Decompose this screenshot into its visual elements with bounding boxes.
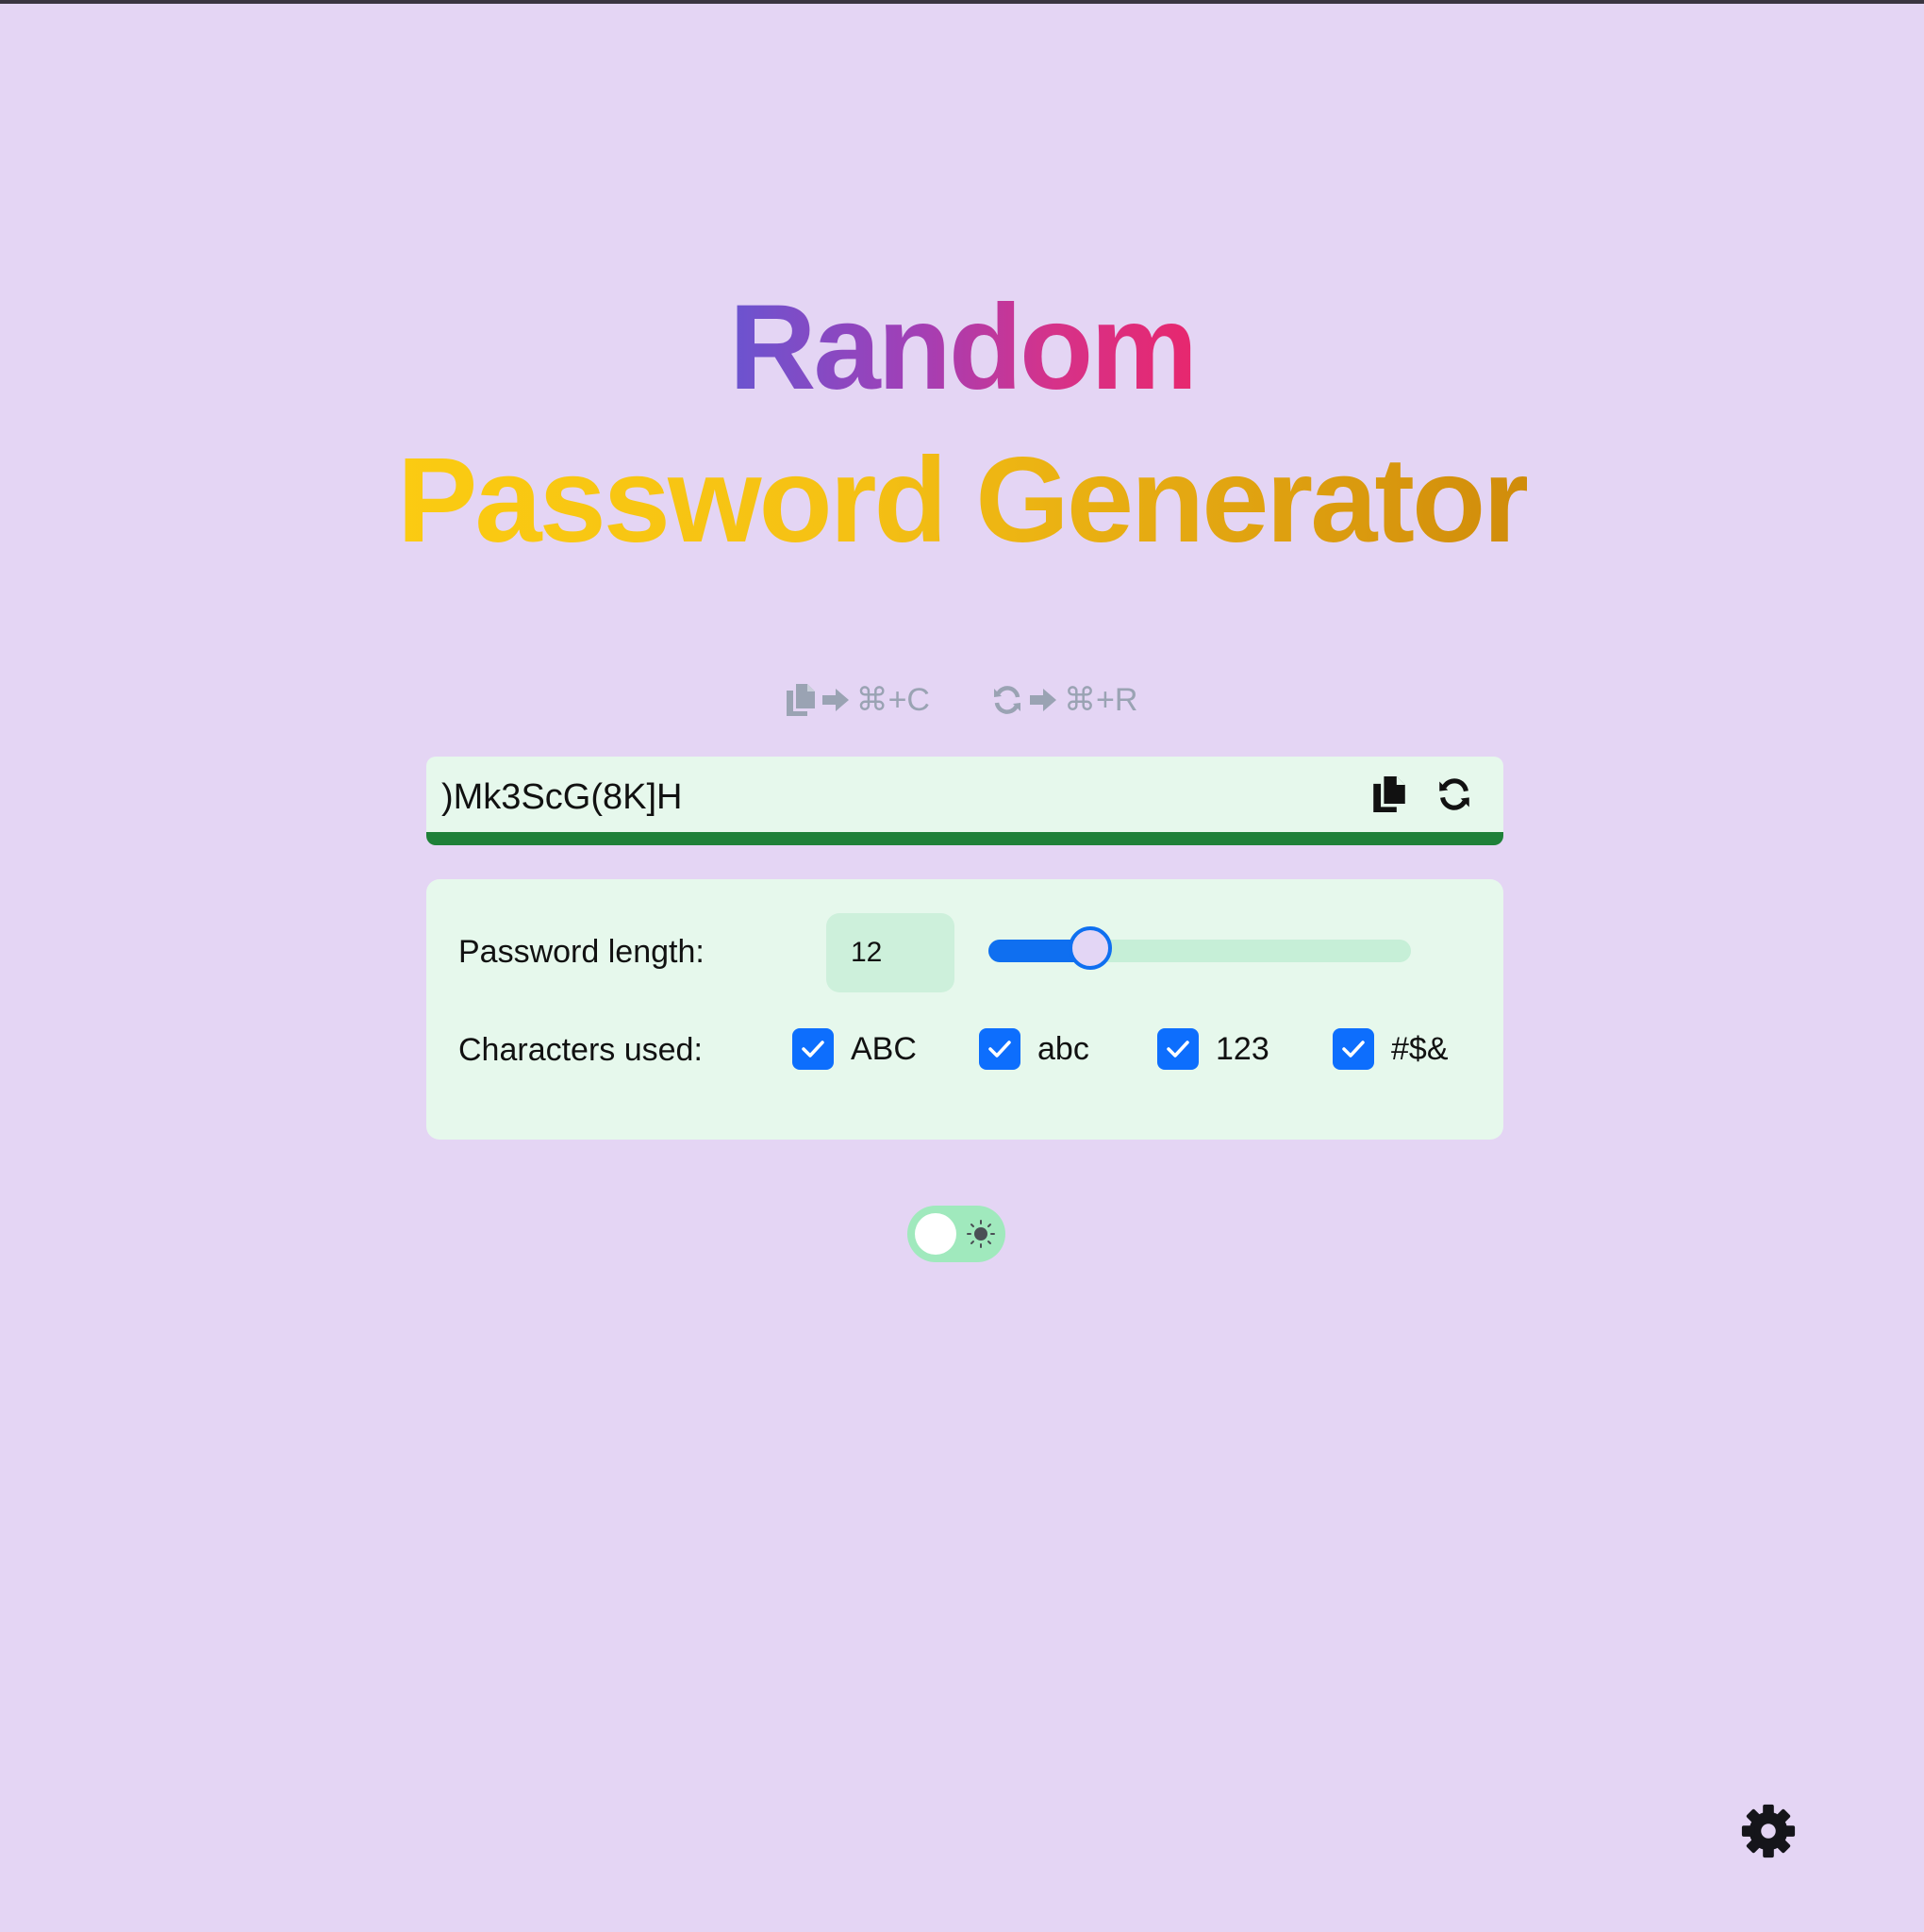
theme-toggle[interactable] bbox=[907, 1206, 1005, 1262]
lowercase-checkbox[interactable]: abc bbox=[979, 1028, 1089, 1070]
checkbox-checked[interactable] bbox=[979, 1028, 1020, 1070]
copy-button[interactable] bbox=[1368, 774, 1410, 815]
checkbox-checked[interactable] bbox=[1333, 1028, 1374, 1070]
checkmark-icon bbox=[1167, 1041, 1189, 1058]
password-output[interactable]: )Mk3ScG(8K]H bbox=[426, 757, 1503, 845]
refresh-shortcut-hint: ⌘+R bbox=[992, 681, 1137, 719]
password-length-label: Password length: bbox=[458, 934, 705, 970]
refresh-shortcut-keys: ⌘+R bbox=[1064, 682, 1138, 718]
copy-shortcut-keys: ⌘+C bbox=[855, 682, 930, 718]
window-top-border bbox=[0, 0, 1924, 4]
numbers-label: 123 bbox=[1216, 1030, 1269, 1067]
checkbox-checked[interactable] bbox=[1157, 1028, 1199, 1070]
toggle-knob bbox=[915, 1213, 956, 1255]
refresh-icon bbox=[1439, 778, 1469, 810]
password-value[interactable]: )Mk3ScG(8K]H bbox=[441, 777, 682, 818]
arrow-right-icon bbox=[1030, 689, 1056, 711]
checkmark-icon bbox=[1342, 1041, 1365, 1058]
keyboard-shortcut-hints: ⌘+C ⌘+R bbox=[0, 679, 1924, 721]
copy-icon bbox=[786, 684, 815, 716]
symbols-label: #$& bbox=[1391, 1030, 1449, 1067]
title-random-text: Random bbox=[729, 280, 1198, 415]
password-length-input[interactable]: 12 bbox=[826, 913, 954, 992]
refresh-icon bbox=[994, 686, 1020, 714]
copy-shortcut-hint: ⌘+C bbox=[786, 681, 930, 719]
page-title-line2: Password Generator bbox=[0, 441, 1924, 561]
symbols-checkbox[interactable]: #$& bbox=[1333, 1028, 1449, 1070]
numbers-checkbox[interactable]: 123 bbox=[1157, 1028, 1269, 1070]
page-title-line1: Random bbox=[0, 288, 1924, 408]
password-strength-bar bbox=[426, 832, 1503, 845]
options-panel: Password length: 12 Characters used: ABC… bbox=[426, 879, 1503, 1140]
copy-icon bbox=[1373, 776, 1405, 812]
password-length-slider[interactable] bbox=[988, 926, 1411, 970]
lowercase-label: abc bbox=[1037, 1030, 1089, 1067]
slider-thumb[interactable] bbox=[1068, 926, 1112, 970]
sun-icon bbox=[967, 1220, 995, 1248]
checkbox-checked[interactable] bbox=[792, 1028, 834, 1070]
characters-used-label: Characters used: bbox=[458, 1032, 703, 1068]
checkmark-icon bbox=[802, 1041, 824, 1058]
gear-icon[interactable] bbox=[1739, 1802, 1798, 1860]
uppercase-label: ABC bbox=[851, 1030, 917, 1067]
uppercase-checkbox[interactable]: ABC bbox=[792, 1028, 917, 1070]
title-password-generator-text: Password Generator bbox=[397, 433, 1530, 568]
regenerate-button[interactable] bbox=[1434, 774, 1475, 815]
arrow-right-icon bbox=[821, 689, 849, 711]
checkmark-icon bbox=[988, 1041, 1011, 1058]
